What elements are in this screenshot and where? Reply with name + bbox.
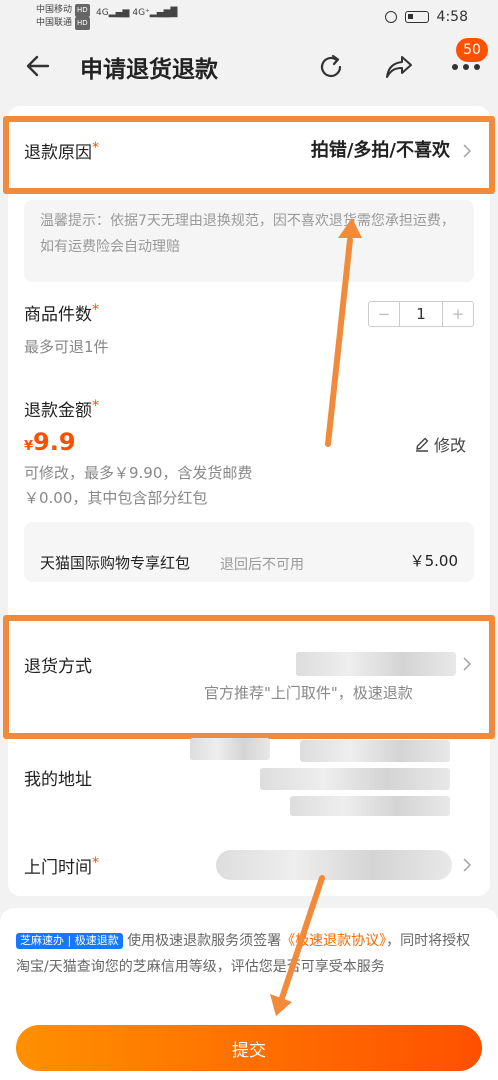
hd-badge: HD (75, 4, 90, 17)
carrier-1: 中国移动 (36, 5, 73, 15)
carrier-info: 中国移动 HD 中国联通 HD (36, 4, 90, 30)
address-detail-redacted (260, 768, 450, 790)
address-phone-redacted (290, 796, 450, 816)
zhima-badge: 芝麻速办 | 极速退款 (16, 933, 123, 949)
red-packet-title: 天猫国际购物专享红包 (40, 554, 191, 572)
quantity-label: 商品件数* (24, 302, 99, 325)
red-packet-note: 退回后不可用 (220, 557, 304, 573)
share-icon[interactable] (384, 52, 414, 82)
refund-amount-note-1: 可修改，最多￥9.90，含发货邮费 (24, 464, 253, 482)
red-packet-row: 天猫国际购物专享红包 退回后不可用 ￥5.00 (24, 522, 474, 582)
refund-amount-note-2: ￥0.00，其中包含部分红包 (24, 489, 208, 507)
alarm-icon (384, 11, 397, 23)
pickup-time-label: 上门时间* (24, 855, 99, 878)
agreement-link[interactable]: 《极速退款协议》 (281, 933, 386, 949)
refund-amount-label: 退款金额* (24, 398, 99, 421)
message-count-badge: 50 (456, 38, 488, 62)
bottom-panel: 芝麻速办 | 极速退款 使用极速退款服务须签署《极速退款协议》，同时将授权淘宝/… (0, 908, 498, 1080)
status-bar: 中国移动 HD 中国联通 HD 4G▂▄▆ 4G⁺▂▄▆█ 4:58 (0, 0, 498, 34)
agreement-text: 芝麻速办 | 极速退款 使用极速退款服务须签署《极速退款协议》，同时将授权淘宝/… (16, 933, 471, 975)
quantity-stepper[interactable]: − 1 + (368, 301, 474, 327)
back-arrow-icon[interactable] (24, 52, 52, 80)
required-mark: * (92, 398, 99, 414)
page-title: 申请退货退款 (80, 57, 218, 83)
required-mark: * (92, 855, 99, 871)
highlight-box-return-method (3, 615, 495, 739)
tip-box: 温馨提示：依据7天无理由退换规范，因不喜欢退货需您承担运费，如有运费险会自动理赔 (24, 200, 474, 282)
increment-button[interactable]: + (443, 302, 473, 326)
nav-bar: 申请退货退款 50 (0, 34, 498, 100)
more-icon[interactable] (450, 60, 482, 74)
edit-label: 修改 (434, 436, 467, 455)
address-detail-redacted (300, 740, 450, 762)
address-name-redacted (190, 738, 270, 760)
submit-button[interactable]: 提交 (16, 1025, 482, 1071)
pickup-time-value-redacted[interactable] (216, 850, 452, 880)
quantity-value[interactable]: 1 (399, 302, 443, 326)
battery-icon (404, 11, 429, 23)
refund-amount-value: ¥9.9 (24, 428, 76, 456)
clock: 4:58 (436, 9, 468, 25)
signal-icon: 4G▂▄▆ 4G⁺▂▄▆█ (96, 8, 178, 18)
decrement-button[interactable]: − (369, 302, 399, 326)
refresh-icon[interactable] (316, 52, 346, 82)
quantity-limit: 最多可退1件 (24, 338, 109, 356)
red-packet-value: ￥5.00 (409, 552, 458, 570)
network-type-1: 4G (96, 8, 109, 18)
pencil-icon (416, 437, 429, 452)
edit-amount-button[interactable]: 修改 (414, 432, 466, 456)
address-label: 我的地址 (24, 770, 92, 790)
carrier-2: 中国联通 (36, 18, 73, 28)
required-mark: * (92, 302, 99, 318)
network-type-2: 4G⁺ (132, 8, 150, 18)
chevron-right-icon[interactable] (462, 857, 472, 873)
highlight-box-refund-reason (3, 116, 495, 194)
hd-badge: HD (75, 17, 90, 30)
